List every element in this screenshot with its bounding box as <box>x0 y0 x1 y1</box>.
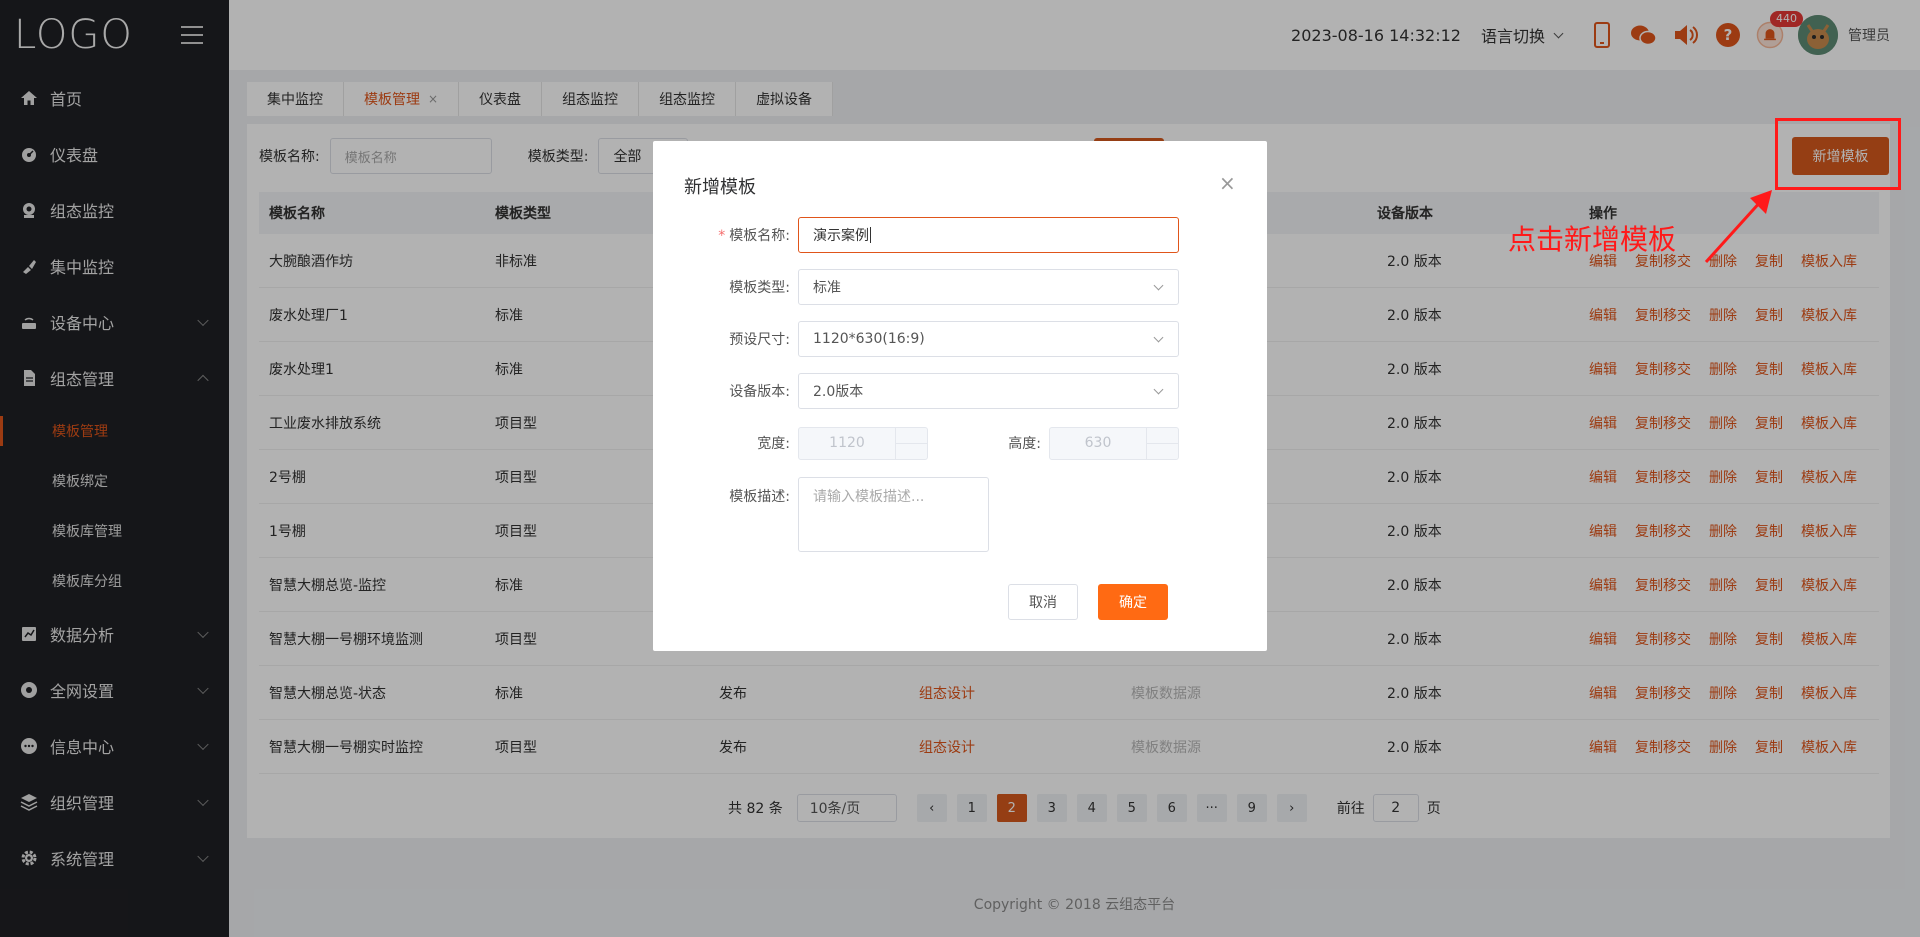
width-stepper[interactable]: 1120 <box>798 426 928 460</box>
field-value: 630 <box>1084 435 1112 451</box>
field-value: 1120*630(16:9) <box>813 331 925 347</box>
height-label: 高度: <box>1008 436 1041 452</box>
add-template-dialog: 新增模板 × * 模板名称: 演示案例 模板类型: 标准 预设尺寸: 1120*6… <box>653 141 1267 651</box>
field-value: 1120 <box>829 435 865 451</box>
stepper-arrows[interactable] <box>895 427 927 459</box>
dialog-title: 新增模板 <box>684 177 756 198</box>
annotation-text: 点击新增模板 <box>1508 223 1677 256</box>
highlight-box <box>1775 118 1901 190</box>
form-row-name: * 模板名称: 演示案例 <box>653 217 1179 253</box>
description-label: 模板描述: <box>729 489 790 505</box>
label-text: 模板名称: <box>729 228 790 244</box>
width-label: 宽度: <box>757 436 790 452</box>
name-label: * 模板名称: <box>653 225 798 245</box>
text-cursor <box>870 227 871 243</box>
description-textarea[interactable]: 请输入模板描述... <box>798 477 989 552</box>
close-icon[interactable]: × <box>1219 171 1236 195</box>
chevron-down-icon <box>1153 332 1164 343</box>
chevron-down-icon <box>1153 280 1164 291</box>
template-type-select[interactable]: 标准 <box>798 269 1179 305</box>
stepper-arrows[interactable] <box>1146 427 1178 459</box>
field-value: 标准 <box>813 280 841 296</box>
form-row-size: 预设尺寸: 1120*630(16:9) <box>653 321 1179 357</box>
height-stepper[interactable]: 630 <box>1049 426 1179 460</box>
field-value: 2.0版本 <box>813 384 864 400</box>
size-label: 预设尺寸: <box>729 332 790 348</box>
device-version-select[interactable]: 2.0版本 <box>798 373 1179 409</box>
cancel-button[interactable]: 取消 <box>1008 584 1078 620</box>
chevron-down-icon <box>1153 384 1164 395</box>
type-label: 模板类型: <box>729 280 790 296</box>
preset-size-select[interactable]: 1120*630(16:9) <box>798 321 1179 357</box>
form-row-dimensions: 宽度: 1120 高度: 630 <box>653 425 1179 461</box>
form-row-type: 模板类型: 标准 <box>653 269 1179 305</box>
annotation-arrow-icon <box>1704 190 1772 264</box>
version-label: 设备版本: <box>729 384 790 400</box>
field-value: 演示案例 <box>813 228 869 244</box>
form-row-version: 设备版本: 2.0版本 <box>653 373 1179 409</box>
required-mark: * <box>718 228 726 244</box>
confirm-button[interactable]: 确定 <box>1098 584 1168 620</box>
template-name-field[interactable]: 演示案例 <box>798 217 1179 253</box>
form-row-description: 模板描述: 请输入模板描述... <box>653 477 989 552</box>
